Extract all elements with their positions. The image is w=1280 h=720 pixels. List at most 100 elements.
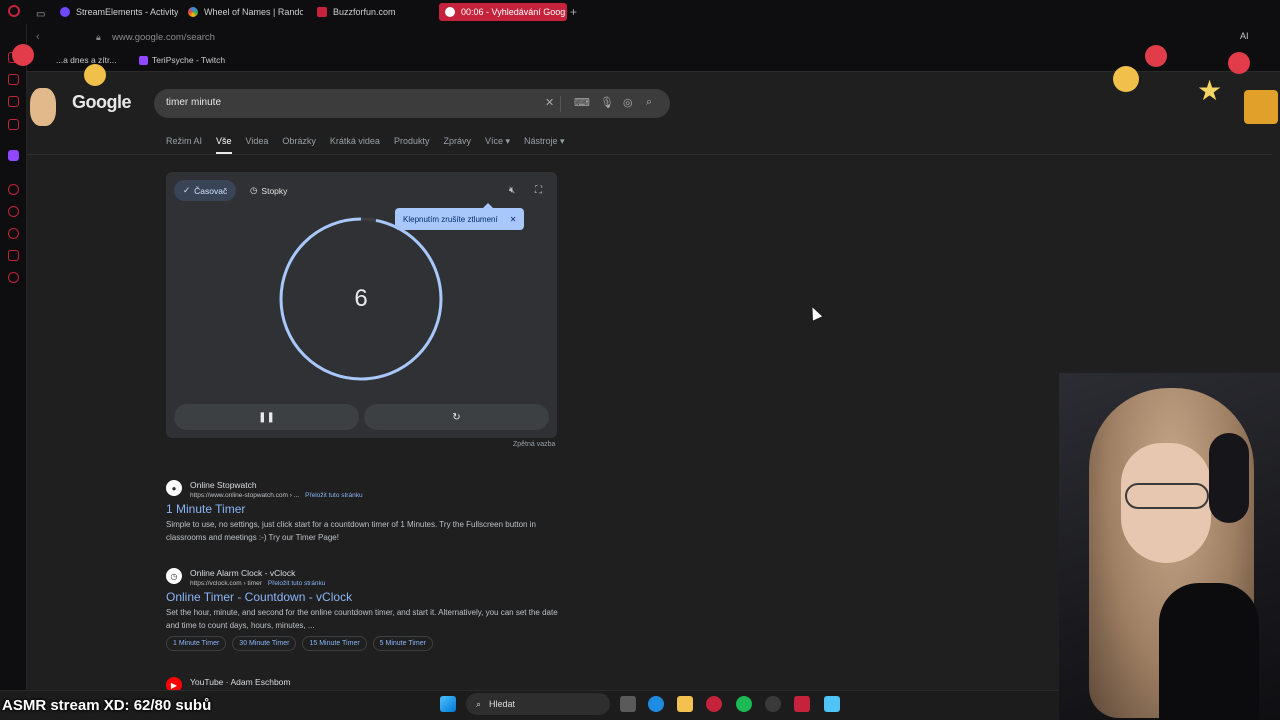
buzzforfun-icon: [317, 7, 327, 17]
browser-sidebar: [0, 24, 27, 720]
tab-products[interactable]: Produkty: [394, 136, 430, 154]
translate-link[interactable]: Přeložit tuto stránku: [305, 492, 362, 499]
search-icon[interactable]: ⌕: [646, 96, 652, 109]
streaming-app-icon[interactable]: [794, 696, 810, 712]
clear-icon[interactable]: ✕: [545, 96, 554, 109]
opera-gx-logo-icon[interactable]: [8, 5, 20, 17]
file-explorer-icon[interactable]: [677, 696, 693, 712]
wheel-icon: [188, 7, 198, 17]
tab-buzzforfun[interactable]: Buzzforfun.com: [317, 3, 427, 21]
search-box[interactable]: timer minute ✕ ⌨ 🎙︎ ◎ ⌕: [154, 89, 670, 118]
result-snippet: Simple to use, no settings, just click s…: [166, 520, 536, 542]
tab-news[interactable]: Zprávy: [443, 136, 471, 154]
result-title-link[interactable]: Online Timer - Countdown - vClock: [166, 590, 352, 604]
twitch-icon: [139, 55, 148, 65]
chip-15-minute[interactable]: 15 Minute Timer: [302, 636, 367, 651]
google-logo[interactable]: Google: [72, 92, 132, 113]
tab-images[interactable]: Obrázky: [282, 136, 316, 154]
streamelements-icon: [60, 7, 70, 17]
tab-wheel-of-names[interactable]: Wheel of Names | Random: [188, 3, 303, 21]
stopwatch-mode-button[interactable]: ◷ Stopky: [246, 180, 291, 201]
keyboard-icon[interactable]: ⌨: [574, 96, 590, 109]
fullscreen-icon[interactable]: ⛶: [535, 185, 542, 196]
bookmarks-bar: ...a dnes a zítr... TeriPsyche - Twitch: [0, 50, 1280, 72]
gift-icon: [1244, 90, 1278, 124]
notepad-icon[interactable]: [824, 696, 840, 712]
star-icon: ★: [1197, 75, 1223, 106]
chip-1-minute[interactable]: 1 Minute Timer: [166, 636, 227, 651]
tab-google-search[interactable]: 00:06 - Vyhledávání Goog: [439, 3, 567, 21]
translate-link[interactable]: Přeložit tuto stránku: [268, 580, 325, 587]
tab-more[interactable]: Více ▾: [485, 136, 510, 154]
ornament-icon: [1228, 52, 1250, 74]
lock-icon[interactable]: 🔒︎: [96, 32, 101, 43]
ornament-icon: [12, 44, 34, 66]
lens-icon[interactable]: ◎: [623, 96, 633, 109]
tab-short-videos[interactable]: Krátká videa: [330, 136, 380, 154]
feedback-link[interactable]: Zpětná vazba: [513, 441, 555, 448]
reset-button[interactable]: ↻: [364, 404, 549, 430]
sidebar-instagram-icon[interactable]: [8, 96, 19, 107]
microphone-icon[interactable]: 🎙︎: [600, 96, 614, 109]
mouse-cursor-icon: [807, 305, 823, 321]
ai-button[interactable]: AI: [1240, 31, 1249, 41]
bell-icon: [1113, 66, 1139, 92]
address-bar: ‹ 🔒︎ www.google.com/search AI: [0, 24, 1280, 50]
stream-overlay-text: ASMR stream XD: 62/80 subů: [2, 697, 212, 714]
vclock-icon: ◷: [166, 568, 182, 584]
app-icon[interactable]: [765, 696, 781, 712]
opera-gx-icon[interactable]: [706, 696, 722, 712]
mute-icon[interactable]: 🔇︎: [509, 185, 515, 196]
windows-start-icon[interactable]: [440, 696, 456, 712]
gingerbread-icon: [30, 88, 56, 126]
tab-all[interactable]: Vše: [216, 136, 232, 154]
timer-mode-button[interactable]: ✓ Časovač: [174, 180, 237, 201]
new-tab-button[interactable]: +: [570, 5, 577, 19]
tab-strip: ▭ StreamElements - Activity Wheel of Nam…: [0, 0, 1280, 24]
bell-icon: [84, 64, 106, 86]
timer-widget: ✓ Časovač ◷ Stopky 🔇︎ ⛶ Klepnutím zrušít…: [166, 172, 557, 438]
back-icon[interactable]: ‹: [36, 31, 40, 43]
check-icon: ✓: [183, 185, 191, 195]
microphone: [1159, 583, 1259, 720]
sidebar-extensions-icon[interactable]: [8, 250, 19, 261]
tab-ai-mode[interactable]: Režim AI: [166, 136, 202, 154]
tab-menu-icon[interactable]: ▭: [36, 5, 45, 23]
search-input[interactable]: timer minute: [166, 97, 221, 108]
online-stopwatch-icon: ●: [166, 480, 182, 496]
result-title-link[interactable]: 1 Minute Timer: [166, 502, 245, 516]
sidebar-messenger-icon[interactable]: [8, 74, 19, 85]
google-icon: [445, 7, 455, 17]
taskbar-search[interactable]: ⌕ Hledat: [466, 693, 610, 715]
tab-tools[interactable]: Nástroje ▾: [524, 136, 565, 154]
search-icon: ⌕: [476, 698, 482, 709]
chip-5-minute[interactable]: 5 Minute Timer: [372, 636, 433, 651]
sitelink-chips: 1 Minute Timer 30 Minute Timer 15 Minute…: [166, 636, 433, 651]
url-field[interactable]: www.google.com/search: [112, 32, 215, 43]
bookmark-item[interactable]: ...a dnes a zítr...: [56, 55, 116, 65]
pause-button[interactable]: ❚❚: [174, 404, 359, 430]
tab-streamelements[interactable]: StreamElements - Activity: [60, 3, 178, 21]
pause-icon: ❚❚: [258, 411, 275, 423]
edge-icon[interactable]: [648, 696, 664, 712]
sidebar-history-icon[interactable]: [8, 184, 19, 195]
close-icon[interactable]: ✕: [510, 215, 517, 224]
result-url: https://vclock.com › timer Přeložit tuto …: [190, 580, 326, 587]
chip-30-minute[interactable]: 30 Minute Timer: [232, 636, 297, 651]
bookmark-teripsyche-twitch[interactable]: TeriPsyche - Twitch: [139, 55, 225, 65]
search-tabs: Režim AI Vše Videa Obrázky Krátká videa …: [166, 136, 565, 154]
sidebar-clock-icon[interactable]: [8, 228, 19, 239]
sidebar-twitch-icon[interactable]: [8, 150, 19, 161]
sidebar-favorites-icon[interactable]: [8, 206, 19, 217]
task-view-icon[interactable]: [620, 696, 636, 712]
webcam-feed: [1059, 373, 1280, 720]
result-site-name: Online Stopwatch: [190, 480, 257, 490]
tab-videos[interactable]: Videa: [246, 136, 269, 154]
glasses: [1125, 483, 1209, 509]
result-site-name: YouTube · Adam Eschbom: [190, 677, 291, 687]
sidebar-settings-icon[interactable]: [8, 272, 19, 283]
remaining-time: 6: [354, 285, 368, 312]
reset-icon: ↻: [452, 411, 461, 423]
sidebar-discord-icon[interactable]: [8, 119, 19, 130]
spotify-icon[interactable]: [736, 696, 752, 712]
